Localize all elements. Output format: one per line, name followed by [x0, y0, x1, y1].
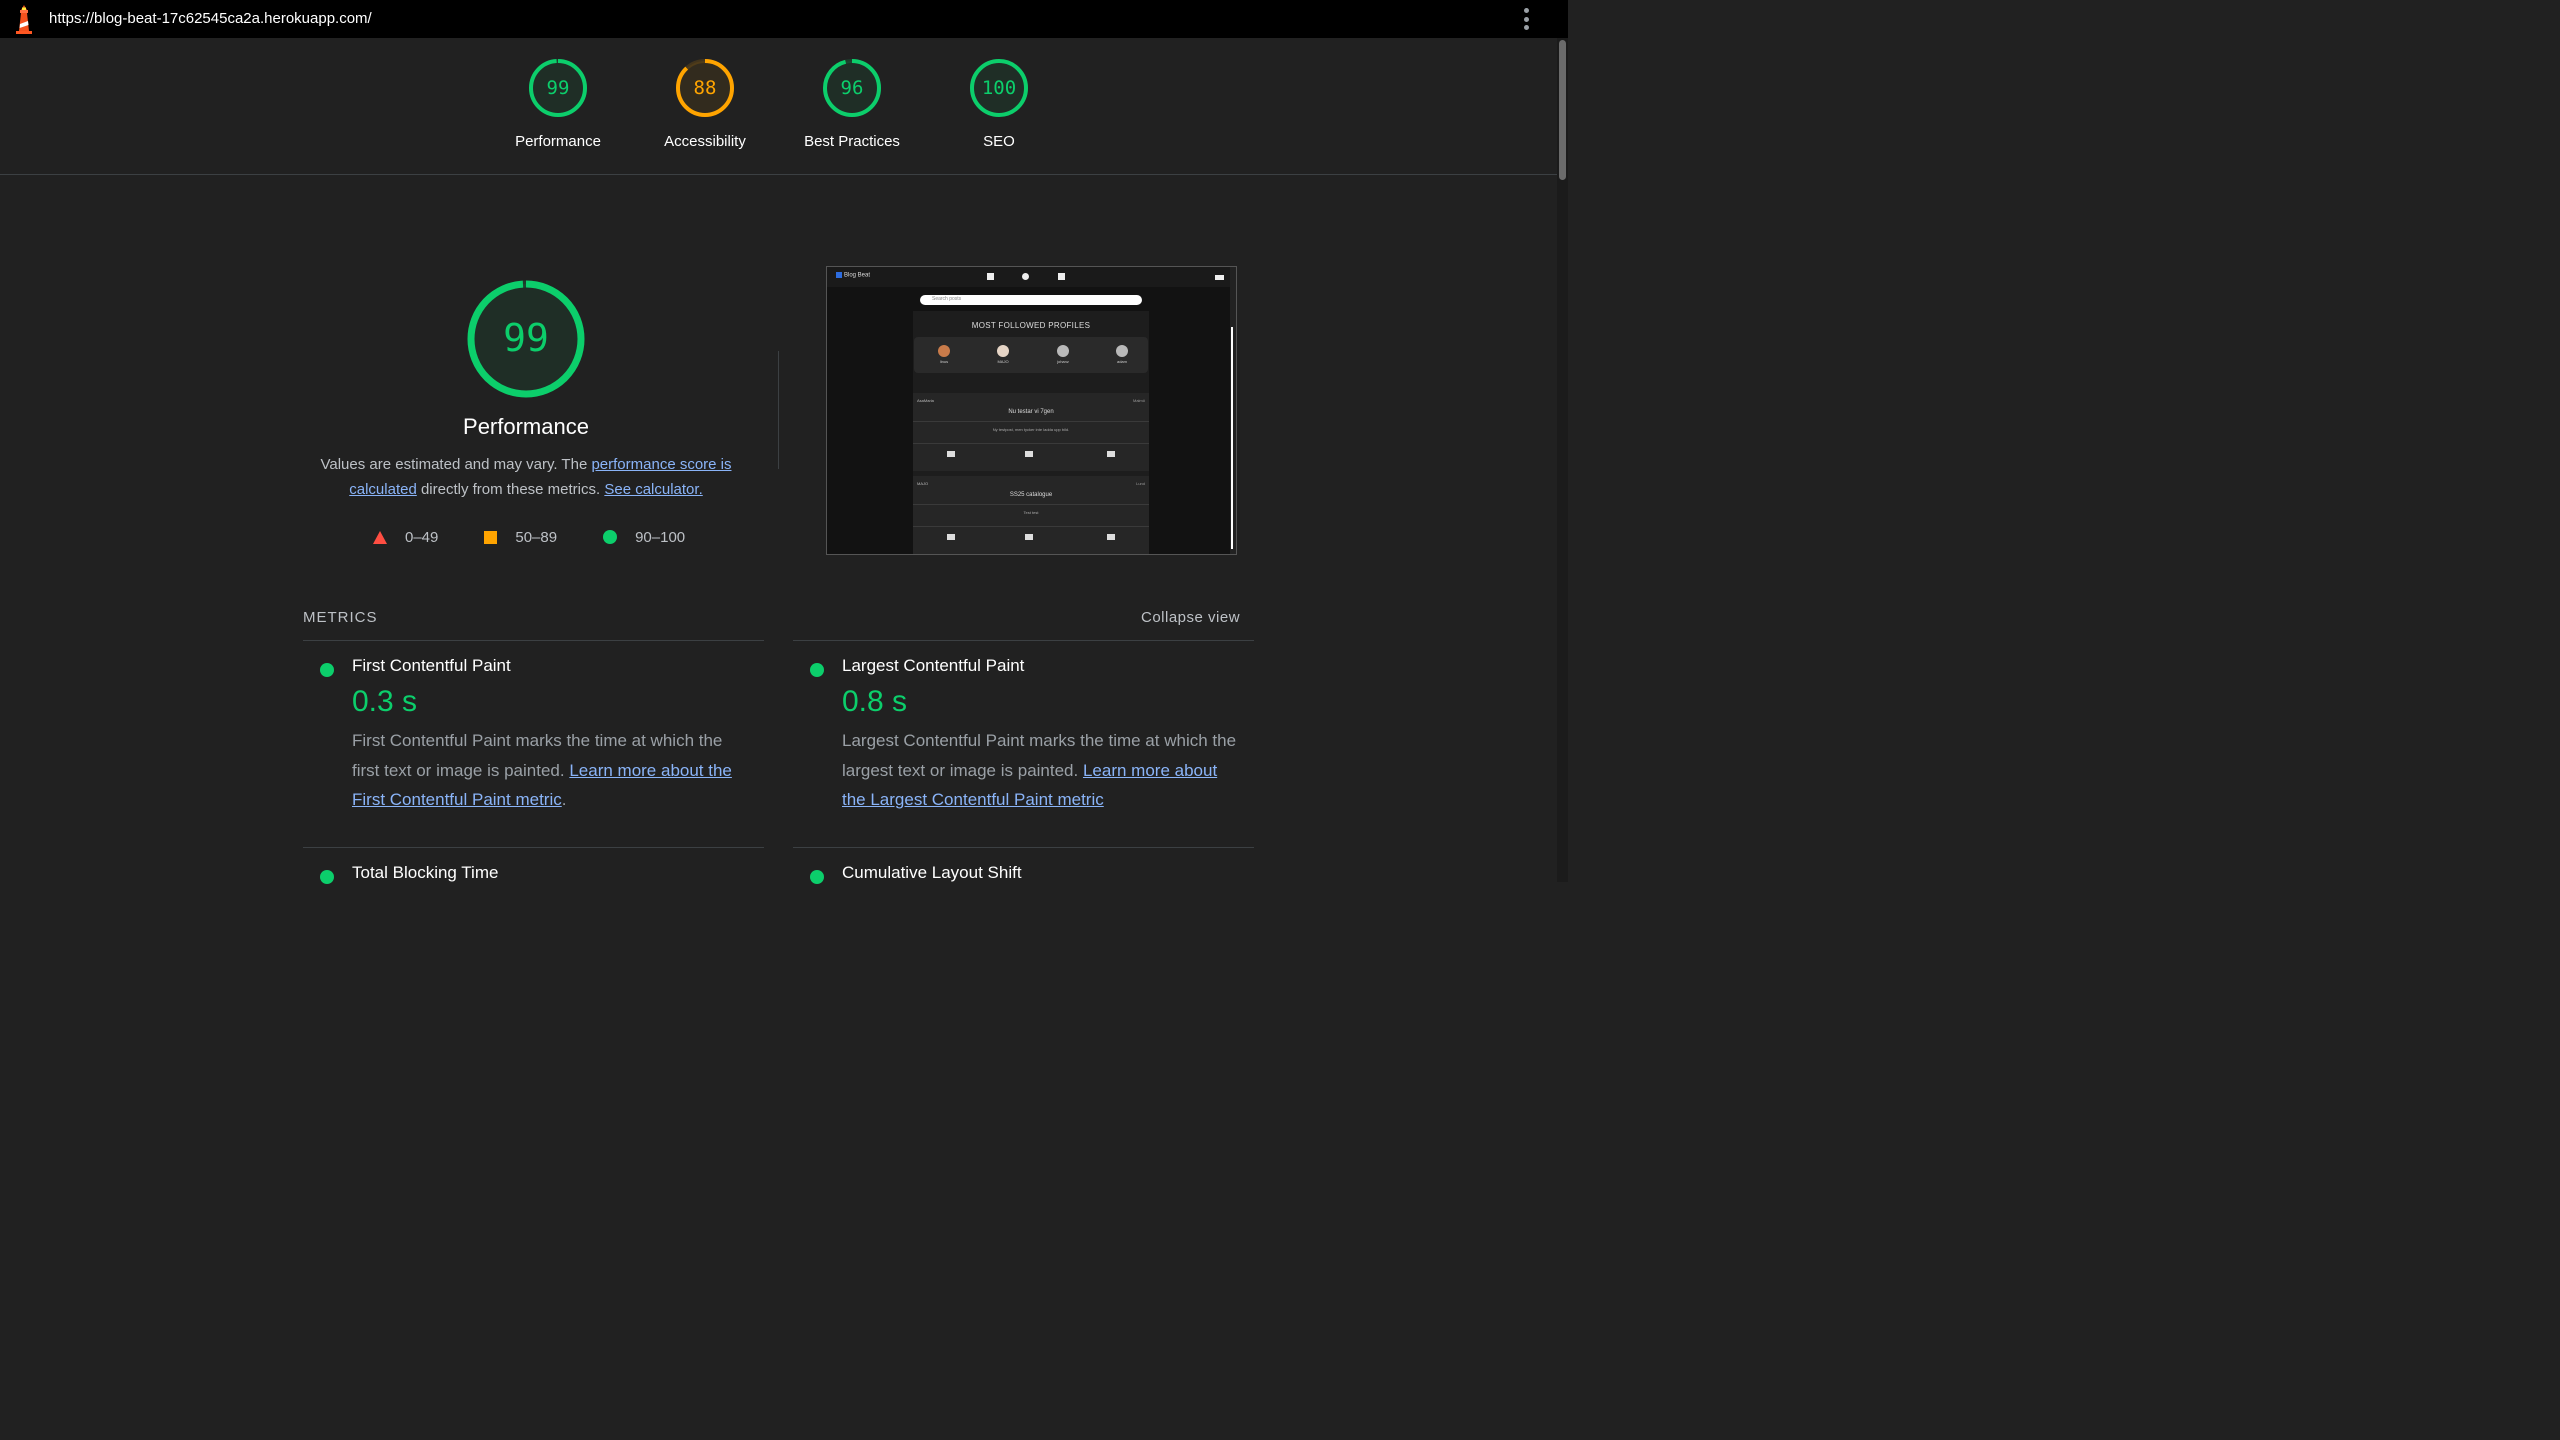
metric-title: Cumulative Layout Shift [842, 863, 1022, 882]
pass-indicator-icon [810, 663, 824, 677]
thumb-search-placeholder: Search posts [932, 296, 962, 302]
thumb-profile: adam [1112, 345, 1132, 364]
thumb-post: MAJO Lund SS25 catalogue Test test [913, 476, 1149, 554]
divider [778, 351, 779, 469]
lighthouse-logo-icon [13, 4, 35, 34]
thumb-post-location: Malmö [1132, 398, 1145, 403]
metric-value: 0.3 s [352, 685, 418, 718]
comment-icon [1025, 451, 1033, 457]
legend-range: 90–100 [635, 528, 686, 546]
gauge-ring: 100 [969, 58, 1029, 118]
thumb-post: AsaMaria Malmö Nu testar vi 7gen Ny test… [913, 393, 1149, 471]
see-calculator-link[interactable]: See calculator. [604, 481, 702, 498]
comment-icon [1025, 534, 1033, 540]
star-icon [1107, 534, 1115, 540]
metrics-divider [793, 847, 1254, 848]
thumb-profile: linus [934, 345, 954, 364]
thumb-search-input: Search posts [920, 295, 1142, 305]
performance-description: Values are estimated and may vary. The p… [316, 453, 736, 502]
logout-icon [1215, 275, 1224, 280]
legend-pass: 90–100 [603, 529, 685, 546]
thumb-navbar: Blog Beat [827, 267, 1230, 287]
thumb-profile: johanz [1053, 345, 1073, 364]
pass-indicator-icon [810, 870, 824, 884]
thumb-post-title: SS25 catalogue [1009, 492, 1053, 498]
metrics-divider [303, 640, 764, 641]
gauge-accessibility[interactable]: 88 Accessibility [640, 58, 770, 150]
page-scrollbar[interactable] [1557, 38, 1568, 882]
gauge-ring: 99 [528, 58, 588, 118]
metrics-heading: METRICS [303, 609, 378, 626]
thumb-post-title: Nu testar vi 7gen [1008, 409, 1054, 415]
like-icon [947, 451, 955, 457]
metrics-divider [303, 847, 764, 848]
description-text: directly from these metrics. [416, 480, 605, 498]
gauge-score: 99 [546, 77, 570, 99]
triangle-icon [373, 530, 387, 544]
performance-score: 99 [503, 316, 549, 360]
square-icon [484, 530, 498, 544]
address-bar: https://blog-beat-17c62545ca2a.herokuapp… [0, 0, 1568, 38]
final-screenshot[interactable]: Blog Beat Search posts MOST FOLLOWED PRO… [826, 266, 1237, 555]
circle-icon [603, 530, 618, 544]
gauge-seo[interactable]: 100 SEO [934, 58, 1064, 150]
metric-title: Total Blocking Time [352, 863, 499, 882]
performance-title: Performance [463, 414, 589, 439]
home-icon [987, 273, 994, 280]
legend-fail: 0–49 [373, 529, 438, 546]
thumb-post-location: Lund [1136, 481, 1145, 486]
metric-title: Largest Contentful Paint [842, 656, 1025, 675]
info-icon [1022, 273, 1029, 280]
thumb-profiles: linus MAJO johanz adam [914, 337, 1148, 373]
like-icon [947, 534, 955, 540]
more-options-icon[interactable] [1518, 8, 1534, 30]
gauge-label: Performance [515, 133, 601, 150]
thumb-profile-name: linus [939, 359, 949, 364]
thumb-profile: MAJO [993, 345, 1013, 364]
metric-description-end: . [561, 790, 567, 809]
legend-range: 50–89 [515, 528, 558, 546]
star-icon [1107, 451, 1115, 457]
thumb-profile-name: johanz [1057, 359, 1069, 364]
scrollbar-thumb[interactable] [1559, 40, 1566, 180]
metric-description: Largest Contentful Paint marks the time … [842, 726, 1242, 815]
gauge-label: Accessibility [664, 133, 746, 150]
metrics-divider [793, 640, 1254, 641]
gauge-ring: 96 [822, 58, 882, 118]
thumb-post-author: MAJO [917, 481, 929, 486]
gauge-label: Best Practices [804, 133, 900, 150]
add-post-icon [1058, 273, 1065, 280]
metric-title: First Contentful Paint [352, 656, 511, 675]
gauge-label: SEO [983, 133, 1015, 150]
legend-range: 0–49 [405, 528, 439, 546]
page-url[interactable]: https://blog-beat-17c62545ca2a.herokuapp… [49, 10, 372, 27]
thumb-profile-name: MAJO [997, 359, 1009, 364]
description-text: Values are estimated and may vary. The [320, 456, 592, 473]
pass-indicator-icon [320, 663, 334, 677]
metric-description: First Contentful Paint marks the time at… [352, 726, 752, 815]
score-gauges-bar: 99 Performance 88 Accessibility 96 Best … [0, 38, 1557, 175]
thumb-post-body: Ny testpost, men tycker inte ladda upp b… [992, 427, 1070, 432]
gauge-score: 96 [840, 77, 864, 99]
performance-score-gauge: 99 [466, 279, 586, 399]
thumb-scrollbar [1230, 267, 1236, 554]
gauge-best-practices[interactable]: 96 Best Practices [787, 58, 917, 150]
legend-average: 50–89 [484, 529, 557, 546]
thumb-section-title: MOST FOLLOWED PROFILES [971, 321, 1091, 330]
thumb-profile-name: adam [1116, 359, 1127, 364]
gauge-score: 88 [693, 77, 717, 99]
gauge-score: 100 [981, 77, 1017, 99]
gauge-ring: 88 [675, 58, 735, 118]
thumb-brand: Blog Beat [836, 272, 870, 279]
metric-value: 0.8 s [842, 685, 908, 718]
score-legend: 0–49 50–89 90–100 [373, 527, 685, 547]
thumb-post-body: Test test [1023, 510, 1039, 515]
thumb-post-author: AsaMaria [917, 398, 934, 403]
pass-indicator-icon [320, 870, 334, 884]
gauge-performance[interactable]: 99 Performance [493, 58, 623, 150]
collapse-view-button[interactable]: Collapse view [1141, 609, 1240, 626]
